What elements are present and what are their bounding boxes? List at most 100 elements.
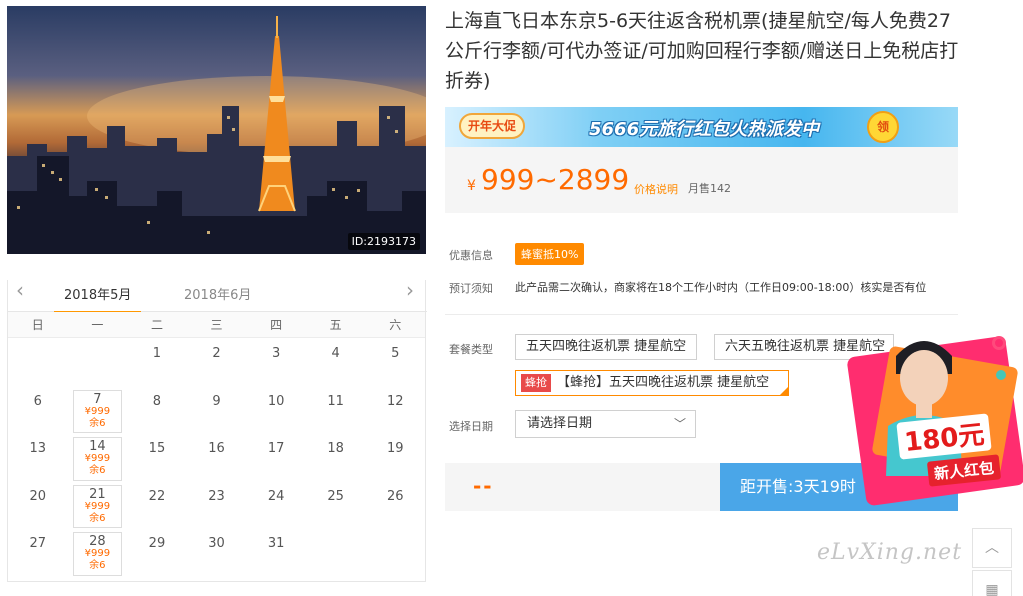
day-price: ¥999 xyxy=(84,500,111,512)
calendar-day xyxy=(365,530,425,578)
day-price: ¥999 xyxy=(84,453,111,464)
weekday-label: 日 xyxy=(31,318,44,332)
day-number: 12 xyxy=(386,393,404,409)
day-number: 2 xyxy=(212,346,221,361)
package-option-5d4n[interactable]: 五天四晚往返机票 捷星航空 xyxy=(515,334,698,360)
weekday-label: 一 xyxy=(91,318,104,332)
calendar-day: 22 xyxy=(127,483,187,531)
weekday-label: 四 xyxy=(270,318,283,332)
day-price: ¥999 xyxy=(84,405,111,417)
day-stock: 余6 xyxy=(89,465,106,476)
calendar-day: 9 xyxy=(187,388,247,436)
day-number: 9 xyxy=(212,393,221,409)
day-number: 13 xyxy=(29,441,47,456)
day-number: 24 xyxy=(267,488,285,504)
calendar-day: 8 xyxy=(127,388,187,436)
image-id-label: ID:2193173 xyxy=(347,233,420,250)
day-number: 16 xyxy=(208,441,225,456)
chevron-left-icon[interactable]: ‹ xyxy=(16,280,24,300)
calendar-day[interactable]: 28 ¥999 余6 xyxy=(68,530,128,578)
calendar-day: 24 xyxy=(246,483,306,531)
calendar-day: 4 xyxy=(306,340,366,388)
day-number: 10 xyxy=(267,393,285,409)
calendar-day: 13 xyxy=(8,435,68,483)
calendar-day: 2 xyxy=(187,340,247,388)
date-label: 选择日期 xyxy=(449,420,493,433)
day-number: 25 xyxy=(327,488,344,504)
booking-notice: 此产品需二次确认，商家将在18个工作小时内（工作日09:00-18:00）核实是… xyxy=(515,281,927,294)
site-watermark: eLvXing.net xyxy=(817,540,963,565)
package-label: 套餐类型 xyxy=(449,343,493,356)
chevron-down-icon: ﹀ xyxy=(673,417,686,431)
day-number: 18 xyxy=(327,441,344,456)
calendar-day: 29 xyxy=(127,530,187,578)
calendar-day xyxy=(68,340,128,388)
qr-code-button[interactable]: ▦ xyxy=(972,570,1012,596)
package-option-flash[interactable]: 蜂抢 【蜂抢】五天四晚往返机票 捷星航空 xyxy=(515,370,789,396)
calendar-grid: 1 2 3 4 5 6 7 ¥999 余6 8 9 10 11 12 13 14 ¥999 余6 15 16 17 18 1… xyxy=(8,340,425,578)
date-select[interactable]: 请选择日期 ﹀ xyxy=(515,410,696,438)
calendar-day: 26 xyxy=(365,483,425,531)
dot-decoration xyxy=(996,370,1006,380)
day-number: 15 xyxy=(148,441,166,456)
day-stock: 余6 xyxy=(89,512,106,524)
calendar-day xyxy=(8,340,68,388)
divider xyxy=(445,314,958,315)
calendar-day: 6 xyxy=(8,388,68,436)
day-number: 1 xyxy=(152,346,162,361)
day-number: 22 xyxy=(148,488,166,504)
calendar-day: 11 xyxy=(306,388,366,436)
calendar-day[interactable]: 21 ¥999 余6 xyxy=(68,483,128,531)
scroll-top-button[interactable]: ︿ xyxy=(972,528,1012,568)
tokyo-skyline-image xyxy=(7,16,426,254)
day-number: 19 xyxy=(386,441,404,456)
selected-corner-icon xyxy=(780,387,788,395)
package-option-text: 【蜂抢】五天四晚往返机票 捷星航空 xyxy=(557,375,770,390)
calendar-week-row: 13 14 ¥999 余6 15 16 17 18 19 xyxy=(8,435,425,483)
discount-tag: 蜂蜜抵10% xyxy=(515,243,585,265)
day-stock: 余6 xyxy=(89,560,106,571)
calendar-day: 5 xyxy=(365,340,425,388)
day-number: 11 xyxy=(327,393,344,409)
calendar-day: 25 xyxy=(306,483,366,531)
calendar-day[interactable]: 14 ¥999 余6 xyxy=(68,435,128,483)
calendar-day: 16 xyxy=(187,435,247,483)
product-title: 上海直飞日本东京5-6天往返含税机票(捷星航空/每人免费27公斤行李额/可代办签… xyxy=(445,10,959,92)
calendar-day: 30 xyxy=(187,530,247,578)
calendar-day: 3 xyxy=(246,340,306,388)
calendar-day: 12 xyxy=(365,388,425,436)
claim-button[interactable]: 领 xyxy=(867,111,899,143)
date-placeholder: 请选择日期 xyxy=(527,416,593,431)
new-user-red-packet-promo[interactable]: 180元 新人红包 xyxy=(840,318,1023,507)
tab-month-june[interactable]: 2018年6月 xyxy=(184,284,251,303)
calendar-day: 17 xyxy=(246,435,306,483)
promo-banner[interactable]: 开年大促 5666元旅行红包火热派发中 领 xyxy=(445,107,958,147)
total-price-placeholder: -- xyxy=(473,474,494,498)
booking-label: 预订须知 xyxy=(449,282,493,295)
weekday-label: 三 xyxy=(210,318,223,332)
currency-symbol: ¥ xyxy=(467,178,476,194)
calendar-day: 31 xyxy=(246,530,306,578)
calendar-header: ‹ 2018年5月 2018年6月 › xyxy=(8,276,427,314)
day-number: 6 xyxy=(33,393,42,409)
monthly-sales: 月售142 xyxy=(688,182,731,195)
day-number: 8 xyxy=(152,393,162,409)
calendar-day: 18 xyxy=(306,435,366,483)
tab-month-may[interactable]: 2018年5月 xyxy=(53,284,142,314)
day-number: 3 xyxy=(271,346,281,361)
day-number: 17 xyxy=(267,441,285,456)
calendar-day xyxy=(306,530,366,578)
day-number: 5 xyxy=(391,346,400,361)
calendar-week-row: 1 2 3 4 5 xyxy=(8,340,425,388)
flash-tag: 蜂抢 xyxy=(521,374,551,392)
price-note-link[interactable]: 价格说明 xyxy=(634,181,678,197)
day-stock: 余6 xyxy=(89,417,106,429)
calendar-day[interactable]: 7 ¥999 余6 xyxy=(68,388,128,436)
product-photo[interactable]: ID:2193173 xyxy=(7,6,426,254)
day-number: 23 xyxy=(208,488,225,504)
chevron-right-icon[interactable]: › xyxy=(406,280,414,300)
promo-badge: 开年大促 xyxy=(459,113,525,139)
day-number: 26 xyxy=(386,488,404,504)
price-panel: ¥ 999~2899 价格说明 月售142 xyxy=(445,147,958,213)
qr-code-icon: ▦ xyxy=(985,582,999,596)
